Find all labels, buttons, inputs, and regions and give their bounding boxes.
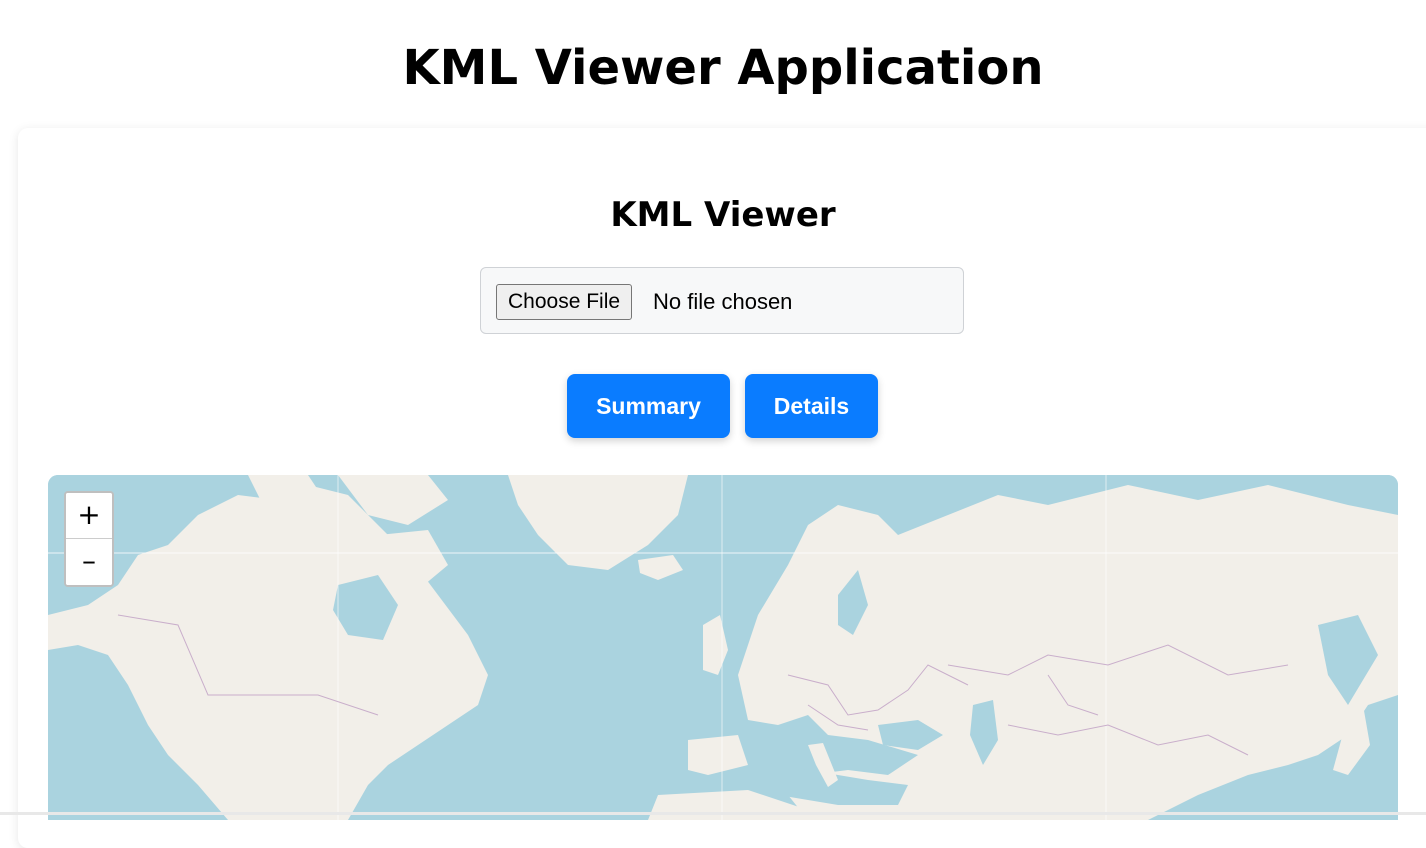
map-view[interactable]: + –	[48, 475, 1398, 820]
zoom-in-button[interactable]: +	[66, 493, 112, 539]
file-input[interactable]: Choose File No file chosen	[480, 267, 964, 334]
details-button[interactable]: Details	[745, 374, 878, 438]
page-title: KML Viewer Application	[402, 40, 1044, 96]
choose-file-button[interactable]: Choose File	[496, 284, 633, 320]
zoom-control: + –	[64, 491, 114, 587]
viewer-title: KML Viewer	[610, 195, 836, 235]
map-tiles	[48, 475, 1398, 820]
zoom-out-button[interactable]: –	[66, 539, 112, 585]
summary-button[interactable]: Summary	[567, 374, 730, 438]
file-status-text: No file chosen	[653, 289, 793, 314]
